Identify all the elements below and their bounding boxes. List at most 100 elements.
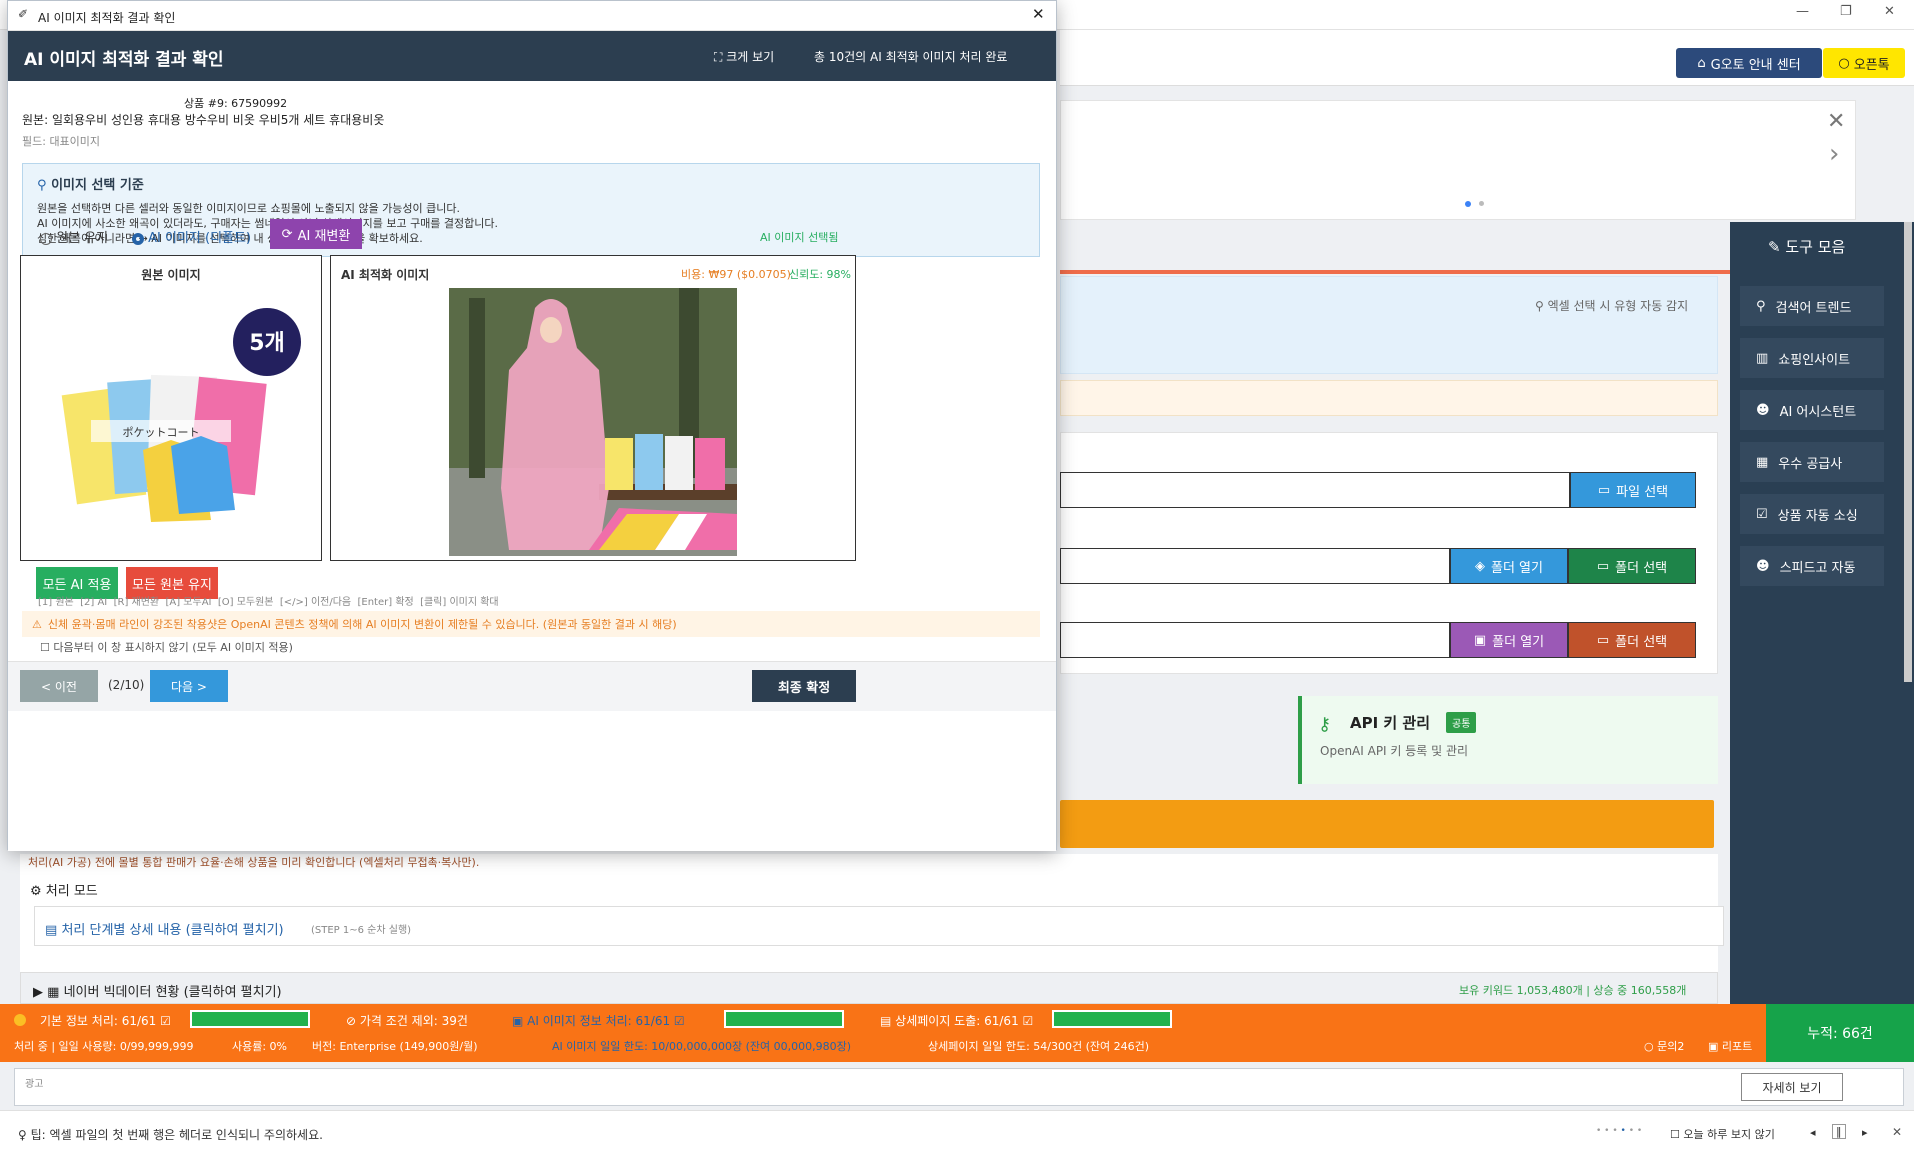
robot-icon: ☻ bbox=[1756, 402, 1770, 418]
dialog-body: 상품 #9: 67590992 원본: 일회용우비 성인용 휴대용 방수우비 비… bbox=[8, 81, 1056, 851]
detail-daily-limit: 상세페이지 일일 한도: 54/300건 (잔여 246건) bbox=[928, 1040, 1150, 1053]
bulb-icon: ♀ bbox=[18, 1128, 27, 1142]
folder-select-button[interactable]: ▭ 폴더 선택 bbox=[1568, 548, 1696, 584]
clipboard-icon: ▣ bbox=[1473, 632, 1487, 648]
status-bar: 기본 정보 처리: 61/61 ☑ ⊘ 가격 조건 제외: 39건 ▣ AI 이… bbox=[0, 1004, 1766, 1062]
ai-progress-bar bbox=[724, 1010, 844, 1028]
document-icon: ▤ bbox=[45, 923, 58, 938]
sidebar-item-supplier[interactable]: ▦ 우수 공급사 bbox=[1740, 442, 1884, 482]
carousel-dot[interactable] bbox=[1479, 201, 1484, 206]
api-key-card[interactable]: ⚷ API 키 관리 공통 OpenAI API 키 등록 및 관리 bbox=[1298, 696, 1718, 784]
badge-count-text: 5개 bbox=[249, 331, 285, 356]
sidebar-item-auto-sourcing[interactable]: ☑ 상품 자동 소싱 bbox=[1740, 494, 1884, 534]
ai-product-image bbox=[449, 288, 737, 556]
image-folder-select-button[interactable]: ▭ 폴더 선택 bbox=[1568, 622, 1696, 658]
radio-ai-image[interactable]: AI 이미지 (디폴트) bbox=[132, 227, 251, 246]
tip-close-icon[interactable]: ✕ bbox=[1892, 1125, 1902, 1139]
tip-text: ♀ 팁: 엑셀 파일의 첫 번째 행은 헤더로 인식되니 주의하세요. bbox=[18, 1128, 323, 1142]
sidebar-item-ai-assistant[interactable]: ☻ AI 어시스턴트 bbox=[1740, 390, 1884, 430]
daily-usage: 처리 중 | 일일 사용량: 0/99,999,999 bbox=[14, 1040, 194, 1053]
sidebar-item-shopping-insight[interactable]: ▥ 쇼핑인사이트 bbox=[1740, 338, 1884, 378]
page-indicator: (2/10) bbox=[108, 678, 145, 692]
image-folder-open-button[interactable]: ▣ 폴더 열기 bbox=[1450, 622, 1568, 658]
hide-today-checkbox[interactable]: ☐ 오늘 하루 보지 않기 bbox=[1670, 1126, 1775, 1142]
chevron-right-icon[interactable]: › bbox=[1829, 139, 1839, 169]
file-select-button[interactable]: ▭ 파일 선택 bbox=[1570, 472, 1696, 508]
carousel-dot-active[interactable] bbox=[1465, 201, 1471, 207]
naver-stats: 보유 키워드 1,053,480개 | 상승 중 160,558개 bbox=[1459, 984, 1687, 997]
next-button[interactable]: 다음 > bbox=[150, 670, 228, 702]
home-icon: ⌂ bbox=[1697, 55, 1706, 71]
original-image-label: 원본 이미지 bbox=[141, 268, 201, 282]
chat-icon: ○ bbox=[1838, 55, 1850, 71]
tip-pager-dots[interactable]: • • • • • • bbox=[1596, 1126, 1642, 1136]
run-banner[interactable] bbox=[1060, 800, 1714, 848]
criteria-line: 원본을 선택하면 다른 셀러와 동일한 이미지이므로 쇼핑몰에 노출되지 않을 … bbox=[37, 202, 461, 215]
dialog-footer: < 이전 (2/10) 다음 > 최종 확정 bbox=[8, 661, 1056, 711]
dialog-title: AI 이미지 최적화 결과 확인 bbox=[24, 50, 224, 70]
inquiry-link[interactable]: ○ 문의2 bbox=[1644, 1038, 1684, 1054]
process-notice: 처리(AI 가공) 전에 몰별 통합 판매가 요율·손해 상품을 미리 확인합니… bbox=[28, 856, 480, 869]
ai-image-label: AI 최적화 이미지 bbox=[341, 268, 430, 282]
refresh-icon: ⟳ bbox=[281, 226, 293, 242]
api-key-title: API 키 관리 bbox=[1350, 714, 1431, 732]
original-image-panel[interactable]: 원본 이미지 5개 ポケットコート bbox=[20, 255, 322, 561]
common-badge: 공통 bbox=[1446, 712, 1477, 733]
field-label: 필드: 대표이미지 bbox=[22, 135, 101, 148]
chart-icon: ▥ bbox=[1756, 350, 1769, 366]
naver-bigdata-toggle[interactable]: ▶ ▦ 네이버 빅데이터 현황 (클릭하여 펼치기) 보유 키워드 1,053,… bbox=[20, 972, 1718, 1004]
close-window-icon[interactable]: ✕ bbox=[1884, 4, 1895, 19]
close-banner-icon[interactable]: ✕ bbox=[1827, 109, 1845, 134]
maximize-icon[interactable]: ❐ bbox=[1840, 4, 1852, 19]
box-icon: ◈ bbox=[1475, 558, 1485, 574]
process-mode-label: ⚙ 처리 모드 bbox=[30, 884, 98, 899]
image-icon: ▣ bbox=[512, 1014, 524, 1028]
dialog-summary: 총 10건의 AI 최적화 이미지 처리 완료 bbox=[814, 50, 1008, 64]
open-talk-button[interactable]: ○ 오픈톡 bbox=[1823, 48, 1905, 78]
dont-show-checkbox[interactable]: ☐ 다음부터 이 창 표시하지 않기 (모두 AI 이미지 적용) bbox=[40, 639, 293, 655]
original-name: 원본: 일회용우비 성인용 휴대용 방수우비 비옷 우비5개 세트 휴대용비옷 bbox=[22, 113, 385, 127]
image-path-input[interactable] bbox=[1060, 622, 1450, 658]
status-dot-icon bbox=[14, 1014, 26, 1026]
guide-center-button[interactable]: ⌂ G오토 안내 센터 bbox=[1676, 48, 1822, 78]
final-confirm-button[interactable]: 최종 확정 bbox=[752, 670, 856, 702]
excel-hint: ⚲ 엑셀 선택 시 유형 자동 감지 bbox=[1535, 299, 1689, 313]
lightbulb-icon: ⚲ bbox=[37, 178, 47, 193]
selection-status: AI 이미지 선택됨 bbox=[760, 231, 839, 244]
sidebar-item-speedgo[interactable]: ☻ 스피드고 자동 bbox=[1740, 546, 1884, 586]
dialog-close-icon[interactable]: ✕ bbox=[1032, 5, 1045, 23]
checkbox-icon: ☑ bbox=[1756, 506, 1768, 522]
enlarge-button[interactable]: ⛶ 크게 보기 bbox=[714, 48, 774, 65]
api-key-desc: OpenAI API 키 등록 및 관리 bbox=[1320, 744, 1469, 758]
folder-icon: ▭ bbox=[1596, 558, 1610, 574]
ai-regenerate-button[interactable]: ⟳ AI 재변환 bbox=[270, 219, 362, 249]
triangle-right-icon: ▶ bbox=[33, 985, 43, 1000]
product-id: 상품 #9: 67590992 bbox=[184, 97, 288, 110]
scrollbar[interactable] bbox=[1904, 222, 1912, 682]
process-area: 처리(AI 가공) 전에 몰별 통합 판매가 요율·손해 상품을 미리 확인합니… bbox=[20, 854, 1724, 976]
radio-keep-original[interactable]: 원본 유지 bbox=[40, 227, 108, 246]
folder-icon: ▭ bbox=[1596, 632, 1610, 648]
file-path-input[interactable] bbox=[1060, 472, 1570, 508]
folder-open-button[interactable]: ◈ 폴더 열기 bbox=[1450, 548, 1568, 584]
prev-button[interactable]: < 이전 bbox=[20, 670, 98, 702]
minimize-icon[interactable]: — bbox=[1796, 4, 1809, 19]
sidebar-item-search-trend[interactable]: ⚲ 검색어 트렌드 bbox=[1740, 286, 1884, 326]
tip-next-icon[interactable]: ▸ bbox=[1862, 1126, 1868, 1139]
usage-rate: 사용률: 0% bbox=[232, 1040, 288, 1053]
cost-label: 비용: ₩97 ($0.0705) bbox=[681, 268, 791, 281]
ad-more-button[interactable]: 자세히 보기 bbox=[1741, 1073, 1843, 1101]
tip-pause-icon[interactable]: ‖ bbox=[1832, 1124, 1846, 1139]
output-path-input[interactable] bbox=[1060, 548, 1450, 584]
notice-strip bbox=[1060, 380, 1718, 416]
ai-daily-limit: AI 이미지 일일 한도: 10/00,000,000장 (잔여 00,000,… bbox=[552, 1040, 852, 1053]
ban-icon: ⊘ bbox=[346, 1014, 357, 1028]
report-link[interactable]: ▣ 리포트 bbox=[1708, 1038, 1752, 1054]
tip-prev-icon[interactable]: ◂ bbox=[1810, 1126, 1816, 1139]
ai-image-panel[interactable]: AI 최적화 이미지 비용: ₩97 ($0.0705) 신뢰도: 98% bbox=[330, 255, 856, 561]
section-divider bbox=[1060, 270, 1730, 274]
basic-progress-bar bbox=[190, 1010, 310, 1028]
dialog-titlebar: ✐ AI 이미지 최적화 결과 확인 ✕ bbox=[8, 1, 1056, 31]
dialog-header: AI 이미지 최적화 결과 확인 ⛶ 크게 보기 총 10건의 AI 최적화 이… bbox=[8, 31, 1056, 81]
process-detail-toggle[interactable]: ▤ 처리 단계별 상세 내용 (클릭하여 펼치기) (STEP 1~6 순차 실… bbox=[34, 906, 1724, 946]
